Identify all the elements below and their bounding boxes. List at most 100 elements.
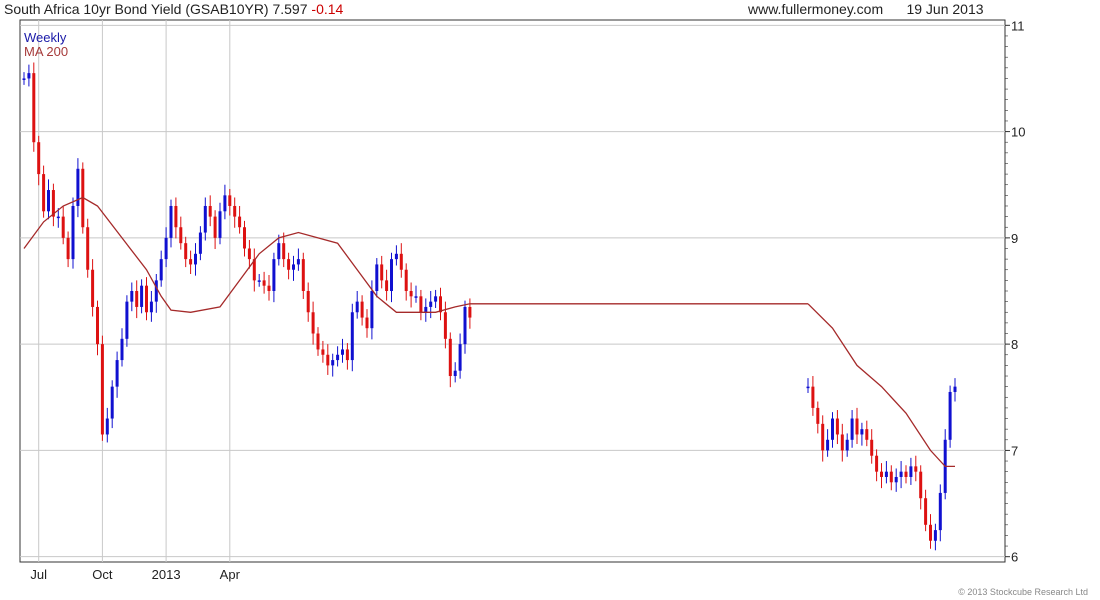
- candle-body: [414, 296, 418, 298]
- candle-body: [453, 370, 457, 377]
- candle-body: [140, 285, 144, 307]
- candle-body: [66, 237, 70, 260]
- candle-body: [326, 354, 330, 366]
- candle-body: [301, 259, 305, 291]
- candle-body: [350, 312, 354, 361]
- candle-body: [223, 195, 227, 212]
- candle-body: [909, 466, 913, 477]
- candle-body: [924, 498, 928, 525]
- candle-body: [880, 471, 883, 477]
- candle-body: [914, 466, 918, 472]
- candle-body: [47, 190, 50, 212]
- candle-body: [154, 280, 158, 302]
- candle-body: [238, 216, 242, 228]
- candle-body: [424, 306, 428, 313]
- candle-body: [341, 349, 344, 355]
- candle-body: [164, 237, 168, 260]
- candle-body: [875, 455, 879, 472]
- y-tick-label: 7: [1011, 443, 1018, 458]
- candle-body: [816, 407, 820, 424]
- candle-body: [904, 471, 908, 477]
- candle-body: [27, 73, 31, 79]
- x-tick-label: Oct: [92, 567, 113, 582]
- candle-body: [56, 216, 60, 219]
- x-tick-label: Jul: [30, 567, 47, 582]
- candle-body: [120, 338, 124, 361]
- candle-body: [37, 142, 41, 175]
- candle-body: [860, 429, 864, 435]
- candle-body: [203, 205, 207, 233]
- candle-body: [933, 530, 937, 541]
- candle-body: [105, 418, 109, 435]
- chart-canvas: 67891011Oct2009AprJulOct2010AprJulOct201…: [19, 18, 1025, 582]
- candle-body: [311, 312, 315, 334]
- candle-body: [375, 264, 379, 291]
- candle-body: [390, 259, 393, 291]
- y-tick-label: 10: [1011, 125, 1025, 140]
- candle-body: [948, 391, 952, 440]
- candle-body: [443, 312, 447, 339]
- candle-body: [316, 333, 320, 350]
- legend-ma: MA 200: [24, 44, 69, 59]
- candle-body: [360, 301, 364, 318]
- candle-body: [32, 73, 36, 143]
- candle-body: [404, 269, 408, 291]
- candle-body: [292, 264, 295, 270]
- candle-body: [169, 205, 173, 238]
- candle-body: [468, 306, 472, 318]
- candle-body: [840, 434, 844, 451]
- candle-body: [826, 439, 830, 451]
- candle-body: [243, 227, 246, 249]
- y-tick-label: 6: [1011, 550, 1018, 565]
- candle-body: [22, 78, 26, 80]
- candle-body: [321, 349, 325, 355]
- candle-body: [174, 205, 178, 228]
- candle-body: [149, 301, 153, 313]
- candle-body: [884, 471, 888, 477]
- candle-body: [135, 291, 139, 307]
- candle-body: [865, 429, 869, 440]
- candle-body: [272, 259, 276, 291]
- candle-body: [831, 418, 834, 440]
- candle-body: [380, 264, 384, 281]
- candle-body: [184, 243, 188, 260]
- candle-body: [267, 285, 271, 291]
- candle-body: [282, 243, 286, 260]
- candle-body: [409, 291, 413, 297]
- candle-body: [91, 269, 95, 307]
- candle-body: [159, 259, 163, 281]
- candle-body: [355, 301, 359, 313]
- candle-body: [806, 386, 810, 389]
- candle-body: [228, 195, 232, 206]
- candle-body: [336, 354, 340, 361]
- candle-body: [855, 418, 859, 435]
- legend-weekly: Weekly: [24, 30, 67, 45]
- candle-body: [257, 280, 261, 282]
- candle-body: [365, 317, 369, 329]
- candle-body: [61, 216, 65, 238]
- candle-body: [448, 338, 452, 377]
- y-tick-label: 8: [1011, 337, 1018, 352]
- y-tick-label: 11: [1011, 18, 1025, 33]
- candle-body: [899, 471, 903, 477]
- candle-body: [247, 248, 251, 260]
- candle-body: [429, 301, 433, 307]
- candle-body: [179, 227, 183, 244]
- candle-body: [870, 439, 874, 456]
- candle-body: [835, 418, 839, 435]
- candle-body: [919, 471, 923, 499]
- candle-body: [125, 301, 129, 339]
- candle-body: [296, 259, 300, 265]
- candle-body: [953, 386, 957, 392]
- candle-body: [929, 524, 932, 541]
- candle-body: [331, 360, 335, 366]
- candle-body: [194, 253, 197, 265]
- candle-body: [145, 285, 148, 313]
- candle-body: [189, 259, 193, 265]
- x-tick-label: Apr: [220, 567, 241, 582]
- candle-body: [850, 418, 854, 440]
- candle-body: [110, 386, 114, 419]
- candle-body: [821, 423, 825, 451]
- candle-body: [100, 344, 104, 435]
- x-tick-label: 2013: [152, 567, 181, 582]
